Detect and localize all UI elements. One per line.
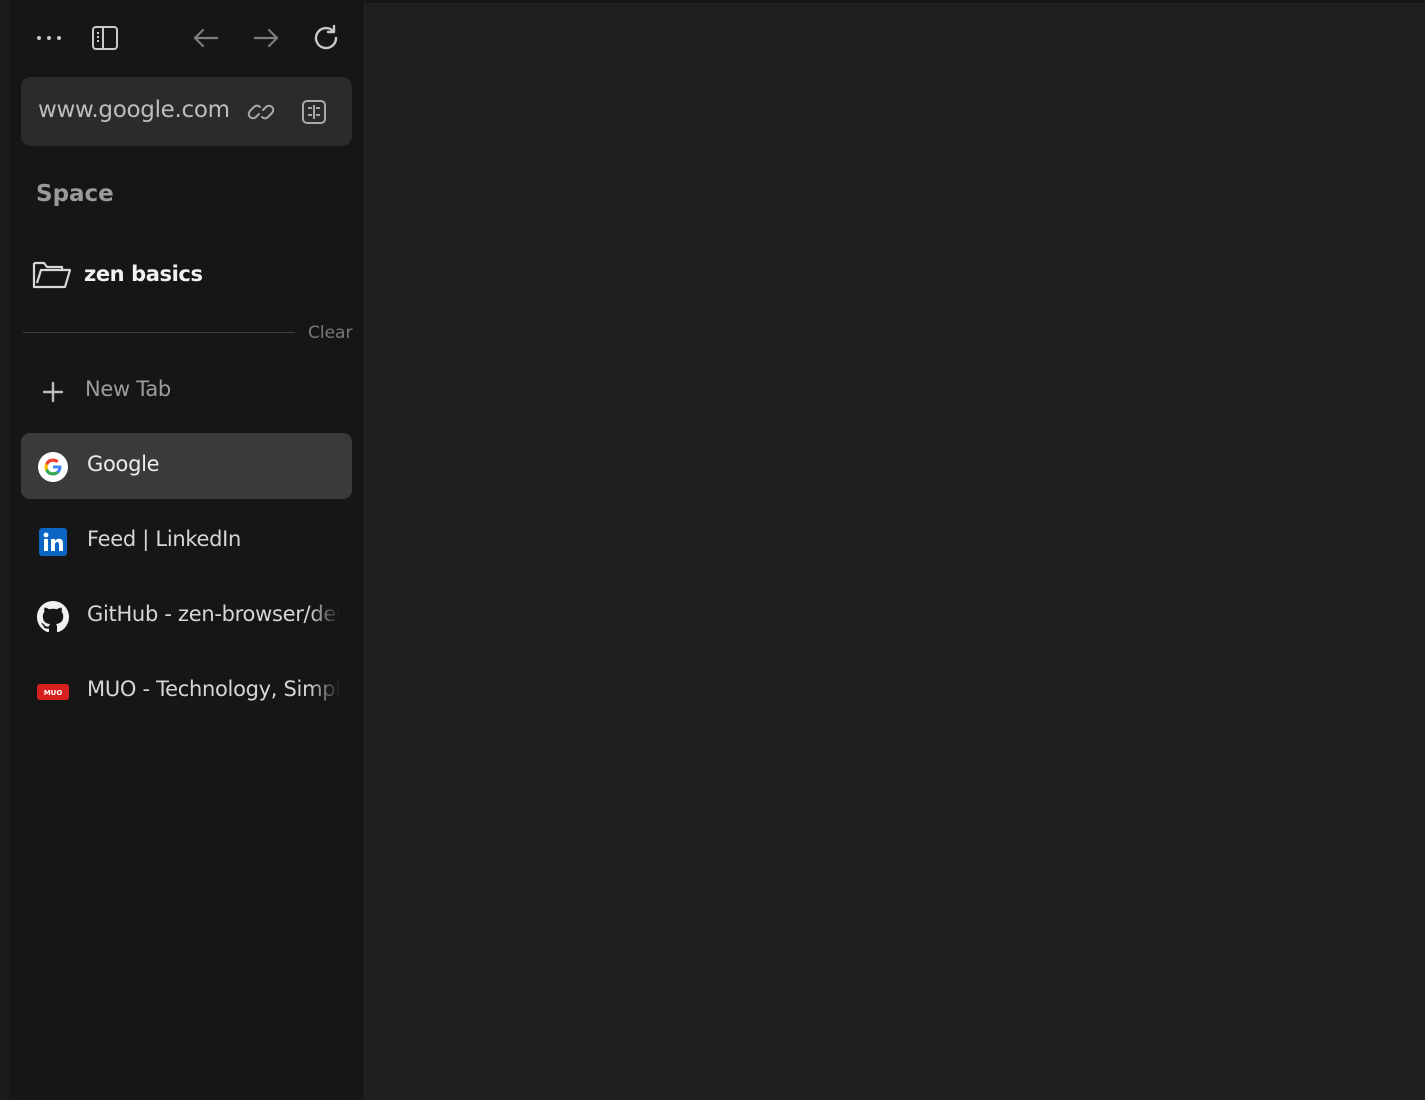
clear-tabs-button[interactable]: Clear	[308, 323, 352, 343]
url-text: www.google.com	[38, 97, 230, 123]
tab-title: Google	[87, 452, 160, 476]
link-icon	[247, 104, 275, 120]
sidebar-toggle-icon	[92, 26, 118, 50]
new-tab-button[interactable]: New Tab	[21, 358, 352, 424]
copy-link-button[interactable]	[246, 97, 276, 127]
folder-icon	[32, 261, 72, 289]
reload-button[interactable]	[306, 18, 346, 58]
linkedin-icon	[37, 526, 69, 558]
toggle-sidebar-button[interactable]	[85, 18, 125, 58]
pinned-divider	[23, 332, 295, 333]
tab-muo[interactable]: MUO MUO - Technology, Simplified.	[21, 658, 352, 724]
tab-github[interactable]: GitHub - zen-browser/desktop	[21, 583, 352, 649]
folder-label: zen basics	[84, 262, 203, 286]
more-horizontal-icon	[37, 36, 61, 40]
google-icon	[37, 451, 69, 483]
tab-title: GitHub - zen-browser/desktop	[87, 602, 340, 626]
arrow-left-icon	[193, 28, 219, 48]
github-icon	[37, 601, 69, 633]
tab-google[interactable]: Google	[21, 433, 352, 499]
web-content-area[interactable]	[364, 3, 1425, 1100]
new-tab-label: New Tab	[85, 377, 171, 401]
tab-linkedin[interactable]: Feed | LinkedIn	[21, 508, 352, 574]
sidebar: www.google.com Space zen basics Clear Ne…	[9, 0, 364, 1100]
arrow-right-icon	[253, 28, 279, 48]
site-settings-button[interactable]	[299, 97, 329, 127]
back-button[interactable]	[186, 18, 226, 58]
muo-icon: MUO	[37, 676, 69, 708]
site-settings-icon	[302, 100, 326, 124]
window-edge	[0, 0, 9, 1100]
reload-icon	[314, 24, 338, 50]
space-label: Space	[36, 181, 114, 207]
tab-title: Feed | LinkedIn	[87, 527, 242, 551]
browser-window: www.google.com Space zen basics Clear Ne…	[0, 0, 1425, 1100]
plus-icon	[37, 376, 69, 408]
tab-title: MUO - Technology, Simplified.	[87, 677, 340, 701]
menu-button[interactable]	[29, 18, 69, 58]
url-bar[interactable]: www.google.com	[21, 77, 352, 146]
svg-text:MUO: MUO	[44, 689, 63, 697]
folder-zen-basics[interactable]: zen basics	[21, 248, 352, 304]
forward-button[interactable]	[246, 18, 286, 58]
